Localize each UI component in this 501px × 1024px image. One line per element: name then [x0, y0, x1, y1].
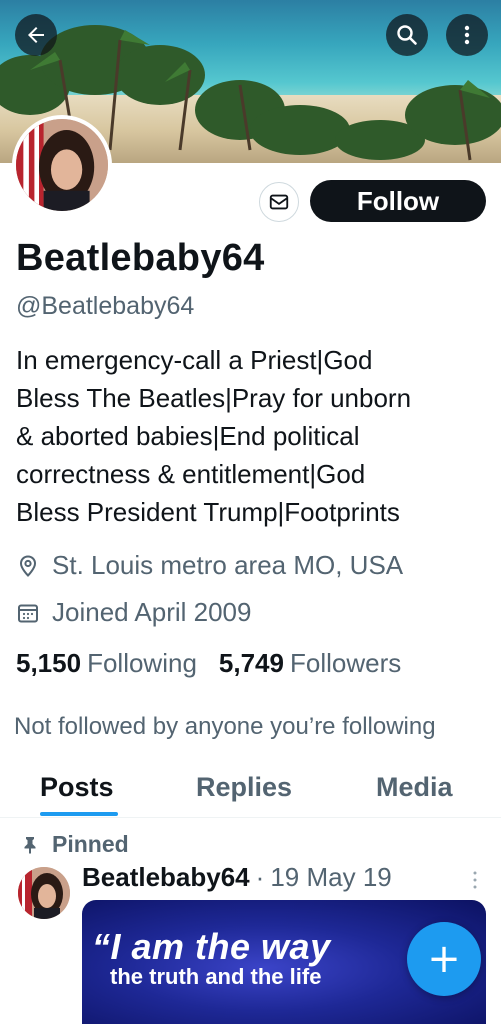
envelope-icon — [269, 194, 289, 210]
arrow-left-icon — [28, 27, 44, 43]
following-label: Following — [87, 648, 197, 678]
profile-avatar[interactable] — [12, 115, 112, 215]
joined-row: Joined April 2009 — [16, 597, 251, 628]
location-row: St. Louis metro area MO, USA — [16, 550, 403, 581]
plus-icon: + — [427, 936, 461, 982]
location-pin-icon — [19, 554, 37, 577]
active-tab-indicator — [40, 812, 118, 816]
image-text-line2: the truth and the life — [110, 964, 322, 989]
avatar-photo — [18, 867, 70, 919]
following-link[interactable]: 5,150 Following — [16, 648, 197, 679]
avatar-photo — [16, 119, 108, 211]
bio-line: correctness & entitlement|God — [16, 459, 366, 489]
profile-bio: In emergency-call a Priest|God Bless The… — [16, 341, 486, 531]
tab-media[interactable]: Media — [376, 772, 453, 803]
location-text: St. Louis metro area MO, USA — [52, 550, 404, 580]
bio-line: & aborted babies|End political — [16, 421, 360, 451]
followers-label: Followers — [289, 648, 402, 678]
message-button[interactable] — [259, 182, 299, 222]
post-more-icon[interactable] — [466, 868, 484, 892]
pin-icon — [24, 836, 36, 854]
not-followed-notice: Not followed by anyone you’re following — [14, 713, 436, 740]
followers-count: 5,749 — [218, 648, 284, 678]
compose-post-button[interactable]: + — [407, 922, 481, 996]
post-author-name[interactable]: Beatlebaby64 — [82, 862, 250, 893]
joined-text: Joined April 2009 — [52, 597, 252, 627]
bio-line: Bless The Beatles|Pray for unborn — [16, 383, 412, 413]
bio-line: In emergency-call a Priest|God — [16, 345, 373, 375]
image-text-line1: “I am the way — [92, 926, 331, 967]
more-button[interactable] — [446, 14, 488, 56]
followers-link[interactable]: 5,749 Followers — [219, 648, 401, 679]
following-count: 5,150 — [16, 648, 82, 678]
profile-handle: @Beatlebaby64 — [16, 292, 195, 320]
post-header: Beatlebaby64 · 19 May 19 — [82, 862, 392, 893]
more-vertical-icon — [464, 25, 470, 45]
pinned-label: Pinned — [52, 831, 129, 857]
profile-tabs: Posts Replies Media — [0, 762, 501, 818]
search-icon — [397, 25, 417, 45]
post-separator: · — [255, 862, 265, 892]
bio-line: Bless President Trump|Footprints — [16, 497, 400, 527]
follow-stats: 5,150 Following 5,749 Followers — [16, 648, 401, 679]
post-author-avatar[interactable] — [18, 867, 70, 919]
back-button[interactable] — [15, 14, 57, 56]
tab-posts[interactable]: Posts — [40, 772, 114, 803]
tab-replies[interactable]: Replies — [196, 772, 292, 803]
search-button[interactable] — [386, 14, 428, 56]
follow-button[interactable]: Follow — [310, 180, 486, 222]
display-name: Beatlebaby64 — [16, 237, 265, 279]
post-date[interactable]: 19 May 19 — [270, 862, 391, 893]
pinned-indicator: Pinned — [24, 831, 129, 858]
calendar-icon — [18, 604, 38, 622]
